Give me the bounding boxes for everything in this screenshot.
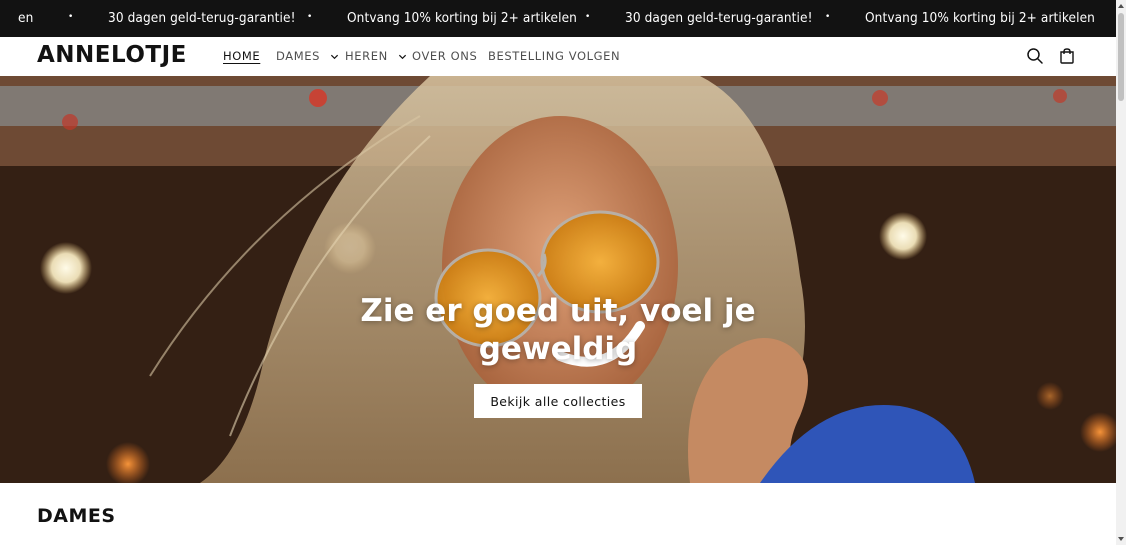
nav-dames[interactable]: DAMES xyxy=(276,49,339,63)
search-icon[interactable] xyxy=(1025,46,1045,66)
scroll-up-arrow-icon[interactable] xyxy=(1117,2,1125,10)
scrollbar-thumb[interactable] xyxy=(1118,13,1124,101)
cart-icon[interactable] xyxy=(1057,46,1077,66)
announcement-item: Ontvang 10% korting bij 2+ artikelen xyxy=(865,10,1095,26)
announcement-separator: • xyxy=(585,12,591,22)
nav-home-label: HOME xyxy=(223,49,261,63)
nav-over-ons-label: OVER ONS xyxy=(412,49,478,63)
nav-over-ons[interactable]: OVER ONS xyxy=(412,49,477,63)
announcement-item: en xyxy=(18,10,34,26)
hero-banner: Zie er goed uit, voel je geweldig Bekijk… xyxy=(0,76,1116,483)
scrollbar[interactable] xyxy=(1116,0,1126,545)
chevron-down-icon xyxy=(331,54,339,60)
view-all-collections-button[interactable]: Bekijk alle collecties xyxy=(474,384,642,418)
announcement-item: 30 dagen geld-terug-garantie! xyxy=(625,10,813,26)
nav-bestelling-volgen[interactable]: BESTELLING VOLGEN xyxy=(488,49,620,63)
announcement-separator: • xyxy=(825,12,831,22)
announcement-item: 30 dagen geld-terug-garantie! xyxy=(108,10,296,26)
announcement-separator: • xyxy=(307,12,313,22)
announcement-separator: • xyxy=(68,12,74,22)
nav-bestelling-volgen-label: BESTELLING VOLGEN xyxy=(488,49,621,63)
announcement-bar: en • 30 dagen geld-terug-garantie! • Ont… xyxy=(0,0,1116,37)
site-header: ANNELOTJE HOME DAMES HEREN OVER ONS BEST… xyxy=(0,37,1116,76)
hero-title-line: geweldig xyxy=(478,331,638,367)
nav-dames-label: DAMES xyxy=(276,49,321,63)
logo[interactable]: ANNELOTJE xyxy=(37,42,187,68)
nav-home[interactable]: HOME xyxy=(223,49,260,63)
hero-title-line: Zie er goed uit, voel je xyxy=(360,293,756,329)
scroll-down-arrow-icon[interactable] xyxy=(1117,535,1125,543)
announcement-item: Ontvang 10% korting bij 2+ artikelen xyxy=(347,10,577,26)
section-title-dames: DAMES xyxy=(37,505,116,527)
chevron-down-icon xyxy=(398,54,407,60)
nav-heren[interactable]: HEREN xyxy=(345,49,407,63)
hero-title: Zie er goed uit, voel je geweldig xyxy=(0,292,1116,368)
announcement-track: en • 30 dagen geld-terug-garantie! • Ont… xyxy=(0,0,1116,37)
hero-image xyxy=(0,76,1116,483)
nav-heren-label: HEREN xyxy=(345,49,388,63)
